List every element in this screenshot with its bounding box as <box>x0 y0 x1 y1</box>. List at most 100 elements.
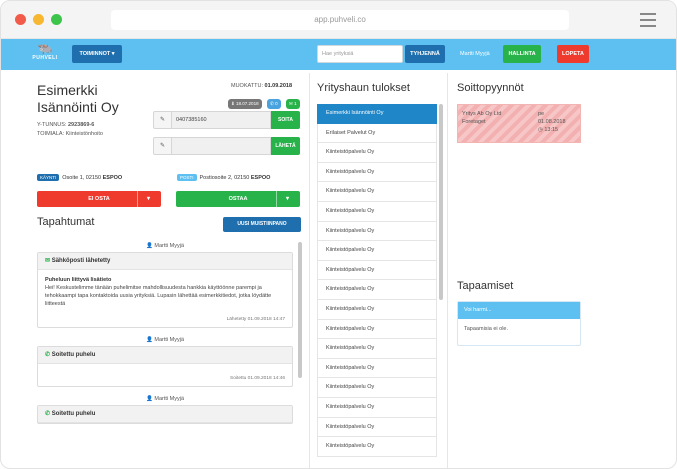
call-request-day: pe <box>538 111 545 117</box>
download-icon: ⬇ <box>231 101 235 106</box>
caret-down-icon[interactable] <box>137 191 161 207</box>
right-column: Soittopyynnöt Yritys Ab Oy Ltd Foretaget… <box>449 70 676 468</box>
address-bar[interactable]: app.puhveli.co <box>111 10 569 30</box>
result-item[interactable]: Kiinteistöpalvelu Oy <box>317 182 437 202</box>
event-card: ✆ Soitettu puhelu Soitettu 01.09.2018 14… <box>37 346 293 387</box>
email-count-badge: ✉ 1 <box>286 99 300 109</box>
status-badges: ⬇ 18.07.2018 ✆ 0 ✉ 1 <box>228 92 301 109</box>
new-note-button[interactable]: UUSI MUISTIINPANO <box>223 217 301 232</box>
event-timestamp: Lähetetty 01.09.2018 14:47 <box>226 317 285 322</box>
clock-icon: ◷ <box>538 127 543 133</box>
event-card: ✆ Soitettu puhelu <box>37 405 293 424</box>
call-request-time: ◷ 13:15 <box>538 127 559 133</box>
events-scrollbar[interactable] <box>298 242 302 378</box>
result-item[interactable]: Kiinteistöpalvelu Oy <box>317 260 437 281</box>
result-item[interactable]: Kiinteistöpalvelu Oy <box>317 437 437 457</box>
result-item[interactable]: Kiinteistöpalvelu Oy <box>317 280 437 300</box>
toiminnot-button[interactable]: TOIMINNOT ▾ <box>72 45 122 63</box>
events-title: Tapahtumat <box>37 216 95 228</box>
browser-chrome: app.puhveli.co <box>1 1 676 39</box>
event-user: 👤 Martti Myyjä <box>145 337 185 343</box>
result-item[interactable]: Kiinteistöpalvelu Oy <box>317 358 437 379</box>
app-logo[interactable]: 🐃 PUHVELI <box>27 43 63 67</box>
envelope-icon: ✉ <box>289 101 293 106</box>
user-icon: 👤 <box>145 337 153 343</box>
hallinta-button[interactable]: HALLINTA <box>503 45 541 63</box>
event-subject: Puheluun liittyvä lisätieto <box>45 277 112 283</box>
result-item[interactable]: Kiinteistöpalvelu Oy <box>317 143 437 163</box>
call-requests-title: Soittopyynnöt <box>457 82 524 94</box>
visiting-address: KÄYNTI Osoite 1, 02150 ESPOO <box>37 174 122 181</box>
industry: TOIMIALA: Kiinteistönhoito <box>37 131 103 137</box>
logout-button[interactable]: LOPETA <box>557 45 589 63</box>
pencil-icon[interactable]: ✎ <box>153 137 172 155</box>
results-list[interactable]: Esimerkki Isännöinti Oy Erilaiset Palvelu… <box>317 104 437 468</box>
event-header: ✆ Soitettu puhelu <box>38 347 292 364</box>
result-item[interactable]: Kiinteistöpalvelu Oy <box>317 162 437 183</box>
date-badge: ⬇ 18.07.2018 <box>228 99 262 109</box>
user-name: Martti Myyjä <box>460 51 490 57</box>
event-user: 👤 Martti Myyjä <box>145 243 185 249</box>
envelope-icon: ✉ <box>45 258 51 264</box>
call-request-card[interactable]: Yritys Ab Oy Ltd Foretaget pe 01.08.2018… <box>457 104 581 143</box>
buying-button[interactable]: OSTAA <box>176 191 300 207</box>
column-divider <box>309 73 310 468</box>
search-results-column: Yrityshaun tulokset Esimerkki Isännöinti… <box>311 70 445 468</box>
phone-icon: ✆ <box>45 352 51 358</box>
pencil-icon[interactable]: ✎ <box>153 111 172 129</box>
modified-date: MUOKATTU: 01.09.2018 <box>231 83 293 89</box>
toiminnot-label: TOIMINNOT <box>79 51 111 57</box>
result-item[interactable]: Esimerkki Isännöinti Oy <box>317 104 437 124</box>
call-button[interactable]: SOITA <box>271 111 300 129</box>
phone-count-badge: ✆ 0 <box>267 99 281 109</box>
buffalo-icon: 🐃 <box>37 42 53 56</box>
menu-icon[interactable] <box>640 13 656 31</box>
phone-icon: ✆ <box>45 411 51 417</box>
company-name: Esimerkki Isännöinti Oy <box>37 82 119 115</box>
not-buying-button[interactable]: EI OSTA <box>37 191 161 207</box>
meetings-card: Voi harmi... Tapaamisia ei ole. <box>457 301 581 346</box>
app-topbar: 🐃 PUHVELI TOIMINNOT ▾ Hae yrityksiä TYHJ… <box>1 39 676 70</box>
results-title: Yrityshaun tulokset <box>317 82 410 94</box>
phone-input[interactable]: 0407385160 <box>171 111 271 129</box>
event-card: ✉ Sähköposti lähetetty Puheluun liittyvä… <box>37 252 293 328</box>
logo-text: PUHVELI <box>32 55 58 61</box>
result-item[interactable]: Kiinteistöpalvelu Oy <box>317 221 437 242</box>
call-request-contact: Foretaget <box>462 119 486 125</box>
meetings-title: Tapaamiset <box>457 280 514 292</box>
browser-window: app.puhveli.co 🐃 PUHVELI TOIMINNOT ▾ Hae… <box>0 0 677 469</box>
result-item[interactable]: Kiinteistöpalvelu Oy <box>317 241 437 261</box>
clear-search-button[interactable]: TYHJENNÄ <box>405 45 445 63</box>
column-divider <box>447 73 448 468</box>
meetings-empty-text: Tapaamisia ei ole. <box>464 326 509 332</box>
result-item[interactable]: Kiinteistöpalvelu Oy <box>317 339 437 359</box>
result-item[interactable]: Kiinteistöpalvelu Oy <box>317 417 437 438</box>
result-item[interactable]: Kiinteistöpalvelu Oy <box>317 201 437 222</box>
meetings-header: Voi harmi... <box>458 302 580 319</box>
phone-icon: ✆ <box>270 101 274 106</box>
result-item[interactable]: Kiinteistöpalvelu Oy <box>317 397 437 418</box>
results-scrollbar[interactable] <box>439 104 443 300</box>
result-item[interactable]: Erilaiset Palvelut Oy <box>317 123 437 144</box>
event-header: ✉ Sähköposti lähetetty <box>38 253 292 270</box>
minimize-window-icon[interactable] <box>33 14 44 25</box>
event-header: ✆ Soitettu puhelu <box>38 406 292 423</box>
postal-address: POSTI Postiosoite 2, 02150 ESPOO <box>177 174 270 181</box>
maximize-window-icon[interactable] <box>51 14 62 25</box>
business-id: Y-TUNNUS: 2923869-6 <box>37 122 95 128</box>
send-button[interactable]: LÄHETÄ <box>271 137 300 155</box>
call-request-company: Yritys Ab Oy Ltd <box>462 111 502 117</box>
close-window-icon[interactable] <box>15 14 26 25</box>
company-search-input[interactable]: Hae yrityksiä <box>317 45 403 63</box>
result-item[interactable]: Kiinteistöpalvelu Oy <box>317 299 437 320</box>
call-request-date: 01.08.2018 <box>538 119 566 125</box>
caret-down-icon[interactable] <box>276 191 300 207</box>
events-feed[interactable]: 👤 Martti Myyjä ✉ Sähköposti lähetetty Pu… <box>37 240 293 468</box>
event-user: 👤 Martti Myyjä <box>145 396 185 402</box>
company-column: Esimerkki Isännöinti Oy Y-TUNNUS: 292386… <box>1 70 308 468</box>
result-item[interactable]: Kiinteistöpalvelu Oy <box>317 378 437 398</box>
email-input[interactable] <box>171 137 271 155</box>
event-body: Puheluun liittyvä lisätieto Hei! Keskust… <box>38 270 292 313</box>
user-icon: 👤 <box>145 396 153 402</box>
result-item[interactable]: Kiinteistöpalvelu Oy <box>317 319 437 340</box>
